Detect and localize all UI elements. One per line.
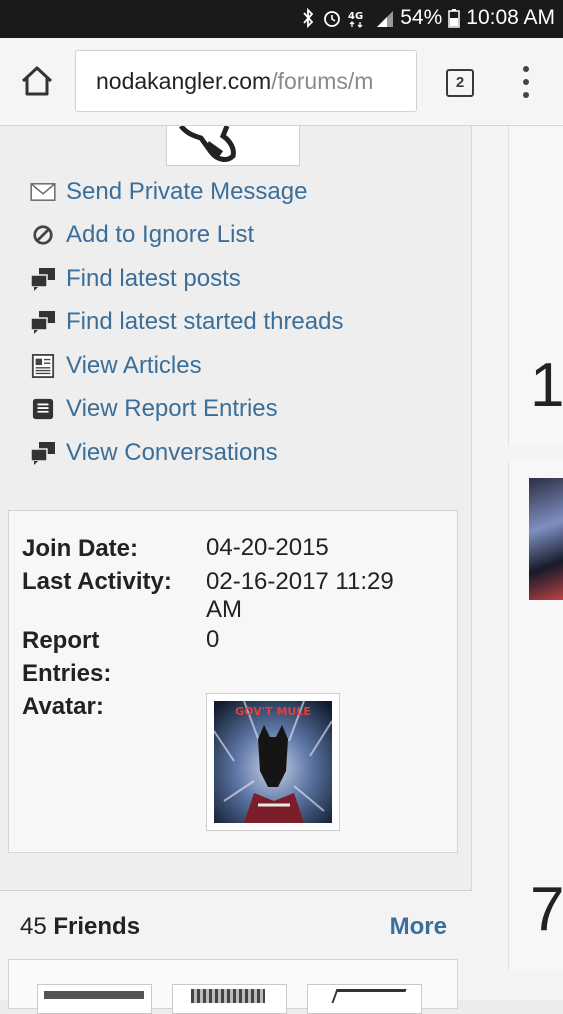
avatar-label: Avatar: xyxy=(22,693,104,720)
url-text: nodakangler.com/forums/m xyxy=(96,68,373,95)
main-content: 1 7 xyxy=(472,126,563,1000)
view-report-entries-link[interactable]: View Report Entries xyxy=(28,388,343,432)
threads-icon xyxy=(28,308,58,336)
status-bar: 4G 54% 10:08 AM xyxy=(0,0,563,38)
avatar[interactable]: GOV'T MULE xyxy=(206,693,340,831)
view-conversations-link[interactable]: View Conversations xyxy=(28,431,343,475)
friends-count: 45 Friends xyxy=(20,913,140,941)
post-number: 7 xyxy=(530,875,563,944)
last-activity-value-line2: AM xyxy=(206,596,242,623)
member-info-box: Join Date: 04-20-2015 Last Activity: 02-… xyxy=(8,510,458,853)
friend-thumbnails xyxy=(8,959,458,1014)
report-entries-label-line2: Entries: xyxy=(22,660,112,687)
friends-box: 45 Friends More xyxy=(0,890,472,1014)
avatar-image: GOV'T MULE xyxy=(214,701,332,823)
report-entries-value: 0 xyxy=(206,626,220,653)
overflow-menu-icon[interactable] xyxy=(518,66,534,100)
action-label: View Articles xyxy=(66,351,202,379)
join-date-value: 04-20-2015 xyxy=(206,534,329,561)
url-path: /forums/m xyxy=(271,68,374,94)
send-private-message-link[interactable]: Send Private Message xyxy=(28,170,343,214)
action-label: View Report Entries xyxy=(66,395,278,423)
lte-icon: 4G xyxy=(348,8,370,28)
profile-actions: Send Private Message Add to Ignore List … xyxy=(28,170,343,475)
action-label: View Conversations xyxy=(66,438,278,466)
action-label: Add to Ignore List xyxy=(66,221,255,249)
conversations-icon xyxy=(28,439,58,467)
view-articles-link[interactable]: View Articles xyxy=(28,344,343,388)
alarm-icon xyxy=(322,8,342,28)
find-latest-started-threads-link[interactable]: Find latest started threads xyxy=(28,301,343,345)
status-right: 4G 54% 10:08 AM xyxy=(300,6,555,30)
action-label: Send Private Message xyxy=(66,177,308,205)
last-activity-value-line1: 02-16-2017 11:29 xyxy=(206,568,394,595)
action-label: Find latest started threads xyxy=(66,308,344,336)
profile-avatar-top xyxy=(166,126,300,166)
avatar-caption: GOV'T MULE xyxy=(235,705,311,718)
address-bar[interactable]: nodakangler.com/forums/m xyxy=(75,50,417,112)
join-date-label: Join Date: xyxy=(22,535,139,562)
report-entries-label-line1: Report xyxy=(22,627,100,654)
bluetooth-icon xyxy=(300,7,316,29)
svg-text:4G: 4G xyxy=(348,11,363,22)
friends-label: Friends xyxy=(53,913,141,940)
signal-icon xyxy=(376,8,394,28)
report-icon xyxy=(28,395,58,423)
clock: 10:08 AM xyxy=(466,6,555,29)
friends-more-link[interactable]: More xyxy=(390,913,447,941)
post-image[interactable] xyxy=(529,478,563,600)
battery-percent: 54% xyxy=(400,6,443,29)
tabs-icon[interactable]: 2 xyxy=(446,69,474,97)
envelope-icon xyxy=(28,178,58,206)
last-activity-label: Last Activity: xyxy=(22,568,172,595)
articles-icon xyxy=(28,352,58,380)
profile-sidebar: Send Private Message Add to Ignore List … xyxy=(0,126,472,1014)
friends-number: 45 xyxy=(20,913,47,940)
url-domain: nodakangler.com xyxy=(96,68,272,94)
friend-thumbnail[interactable] xyxy=(307,984,422,1014)
home-icon[interactable] xyxy=(18,62,56,100)
find-latest-posts-link[interactable]: Find latest posts xyxy=(28,257,343,301)
action-label: Find latest posts xyxy=(66,264,241,292)
posts-icon xyxy=(28,265,58,293)
battery-icon xyxy=(448,8,461,28)
post-number: 1 xyxy=(530,351,563,420)
add-to-ignore-list-link[interactable]: Add to Ignore List xyxy=(28,214,343,258)
ignore-icon xyxy=(28,221,58,249)
friend-thumbnail[interactable] xyxy=(37,984,152,1014)
browser-toolbar: nodakangler.com/forums/m 2 xyxy=(0,38,563,126)
friend-thumbnail[interactable] xyxy=(172,984,287,1014)
